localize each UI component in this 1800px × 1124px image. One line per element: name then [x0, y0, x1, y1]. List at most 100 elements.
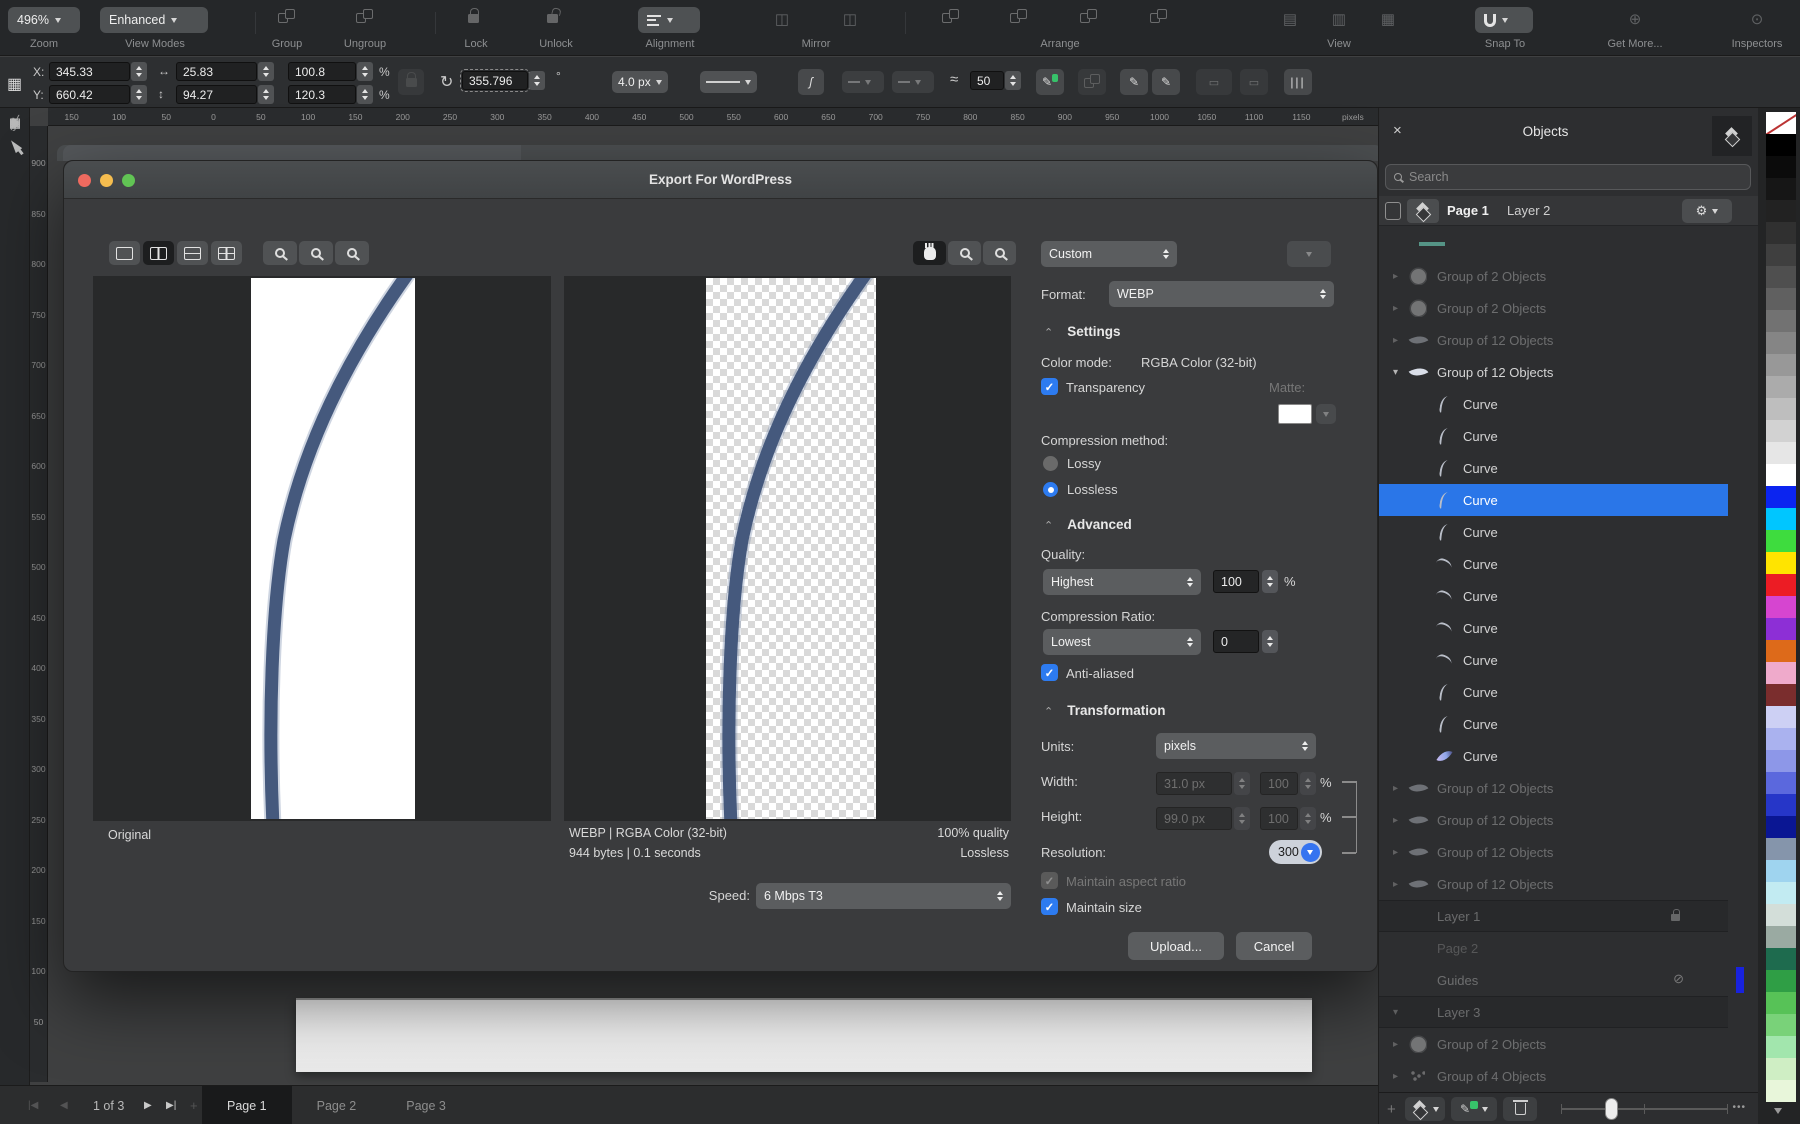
tree-row[interactable]: ▸ Group of 12 Objects ⊘ [1379, 324, 1728, 356]
horizontal-ruler[interactable]: 1501005005010015020025030035040045050055… [48, 108, 1378, 126]
color-swatch[interactable] [1766, 200, 1796, 222]
new-layer-dropdown[interactable] [1405, 1097, 1445, 1121]
color-swatch[interactable] [1766, 288, 1796, 310]
layer-options-button[interactable]: ⚙ [1682, 199, 1732, 223]
matte-color-swatch[interactable] [1278, 404, 1312, 424]
previous-page-button[interactable]: ◀ [60, 1086, 68, 1124]
width-field[interactable]: 31.0 px [1156, 772, 1232, 795]
snap-to-dropdown[interactable] [1475, 7, 1533, 33]
tree-row[interactable]: Layer 1 ⊘ [1379, 900, 1728, 932]
angle-stepper[interactable] [529, 71, 545, 90]
scale-x-field[interactable]: 100.8 [288, 62, 356, 81]
color-swatch[interactable] [1766, 156, 1796, 178]
disclosure-triangle-icon[interactable]: ▸ [1393, 815, 1407, 826]
tree-row[interactable]: ▾ Layer 3 ⊘ [1379, 996, 1728, 1028]
vertical-ruler[interactable]: 9008508007507006506005505004504003503002… [30, 126, 48, 1082]
dual-horizontal-preview-button[interactable] [177, 241, 208, 265]
upload-button[interactable]: Upload... [1128, 932, 1224, 960]
tree-row[interactable]: ▸ Group of 12 Objects ⊘ [1379, 868, 1728, 900]
height-percent-field[interactable]: 100 [1260, 807, 1298, 830]
format-dropdown[interactable]: WEBP [1109, 281, 1334, 307]
color-swatch[interactable] [1766, 816, 1796, 838]
color-swatch[interactable] [1766, 178, 1796, 200]
tree-row[interactable]: ⊘ [1379, 228, 1728, 260]
cancel-button[interactable]: Cancel [1236, 932, 1312, 960]
color-swatch[interactable] [1766, 750, 1796, 772]
delete-object-button[interactable] [1503, 1097, 1537, 1121]
alignment-dropdown[interactable] [638, 7, 700, 33]
tree-row[interactable]: Curve ⊘ [1379, 644, 1728, 676]
zoom-fit-button[interactable] [263, 241, 297, 265]
color-swatch[interactable] [1766, 354, 1796, 376]
more-options-icon[interactable]: ••• [1732, 1102, 1746, 1113]
color-swatch[interactable] [1766, 970, 1796, 992]
tree-row[interactable]: ▸ Group of 2 Objects ⊘ [1379, 292, 1728, 324]
line-style-dropdown[interactable] [700, 71, 757, 93]
color-swatch[interactable] [1766, 882, 1796, 904]
view-mode-dropdown[interactable]: Enhanced [100, 7, 208, 33]
tree-row[interactable]: Curve ⊘ [1379, 420, 1728, 452]
disclosure-triangle-icon[interactable]: ▾ [1393, 367, 1407, 378]
disclosure-triangle-icon[interactable]: ▸ [1393, 847, 1407, 858]
lossless-radio[interactable] [1043, 482, 1058, 497]
color-swatch[interactable] [1766, 552, 1796, 574]
tree-row[interactable]: Curve ⊘ [1379, 388, 1728, 420]
palette-scroll-down-icon[interactable] [1774, 1108, 1782, 1118]
trim-button[interactable]: ▭ [1240, 69, 1268, 95]
height-field-stepper[interactable] [1234, 807, 1250, 830]
lossy-radio[interactable] [1043, 456, 1058, 471]
unlock-button[interactable] [547, 10, 558, 28]
scale-y-field[interactable]: 120.3 [288, 85, 356, 104]
color-swatch[interactable] [1766, 398, 1796, 420]
color-swatch[interactable] [1766, 112, 1796, 134]
zoom-100-button[interactable] [335, 241, 369, 265]
view-fullscreen-icon[interactable]: ▤ [1283, 10, 1297, 28]
color-swatch[interactable] [1766, 266, 1796, 288]
tree-row[interactable]: ▸ Group of 2 Objects ⊘ [1379, 260, 1728, 292]
dialog-titlebar[interactable]: Export For WordPress [64, 161, 1377, 199]
tree-row[interactable]: ▸ Group of 12 Objects ⊘ [1379, 836, 1728, 868]
arrange-front-button[interactable] [942, 9, 959, 30]
resolution-dropdown[interactable]: 300 [1269, 840, 1322, 864]
settings-section-header[interactable]: ⌃Settings [1044, 324, 1120, 339]
color-swatch[interactable] [1766, 1036, 1796, 1058]
ratio-number-field[interactable]: 0 [1213, 630, 1259, 653]
anti-aliased-checkbox[interactable] [1041, 664, 1058, 681]
search-field[interactable] [1385, 164, 1751, 190]
maximize-window-button[interactable] [122, 174, 135, 187]
disclosure-triangle-icon[interactable]: ▸ [1393, 1071, 1407, 1082]
export-preview-pane[interactable] [564, 276, 1011, 821]
transparency-checkbox[interactable] [1041, 378, 1058, 395]
view-grid-icon[interactable]: ▦ [1381, 10, 1395, 28]
height-percent-stepper[interactable] [1300, 807, 1316, 830]
zoom-level-dropdown[interactable]: 496% [8, 7, 80, 33]
maintain-aspect-ratio-checkbox[interactable] [1041, 872, 1058, 889]
maintain-size-checkbox[interactable] [1041, 898, 1058, 915]
end-arrowhead-dropdown[interactable] [892, 71, 934, 93]
tree-row[interactable]: Curve ⊘ [1379, 676, 1728, 708]
page-tab[interactable]: Page 3 [381, 1086, 471, 1124]
color-swatch[interactable] [1766, 420, 1796, 442]
color-swatch[interactable] [1766, 860, 1796, 882]
color-swatch[interactable] [1766, 662, 1796, 684]
slider-thumb[interactable] [1605, 1098, 1618, 1120]
outline-width-dropdown[interactable]: 4.0 px [612, 71, 668, 93]
disclosure-triangle-icon[interactable]: ▸ [1393, 271, 1407, 282]
toolbox-tool[interactable]: ✦ [0, 108, 30, 138]
color-swatch[interactable] [1766, 684, 1796, 706]
tree-row[interactable]: Guides ⊘ [1379, 964, 1728, 996]
color-swatch[interactable] [1766, 1080, 1796, 1102]
color-swatch[interactable] [1766, 222, 1796, 244]
preset-options-button[interactable] [1287, 241, 1331, 267]
color-swatch[interactable] [1766, 1014, 1796, 1036]
page-tab[interactable]: Page 2 [292, 1086, 382, 1124]
color-swatch[interactable] [1766, 618, 1796, 640]
add-page-button[interactable]: + [190, 1086, 198, 1124]
color-swatch[interactable] [1766, 244, 1796, 266]
y-stepper[interactable] [131, 85, 147, 104]
speed-dropdown[interactable]: 6 Mbps T3 [756, 883, 1011, 909]
zoom-out-button[interactable] [983, 241, 1016, 265]
smoothness-field[interactable]: 50 [970, 71, 1004, 90]
freehand-smoothing-button[interactable]: ʃ [798, 69, 824, 95]
color-swatch[interactable] [1766, 574, 1796, 596]
